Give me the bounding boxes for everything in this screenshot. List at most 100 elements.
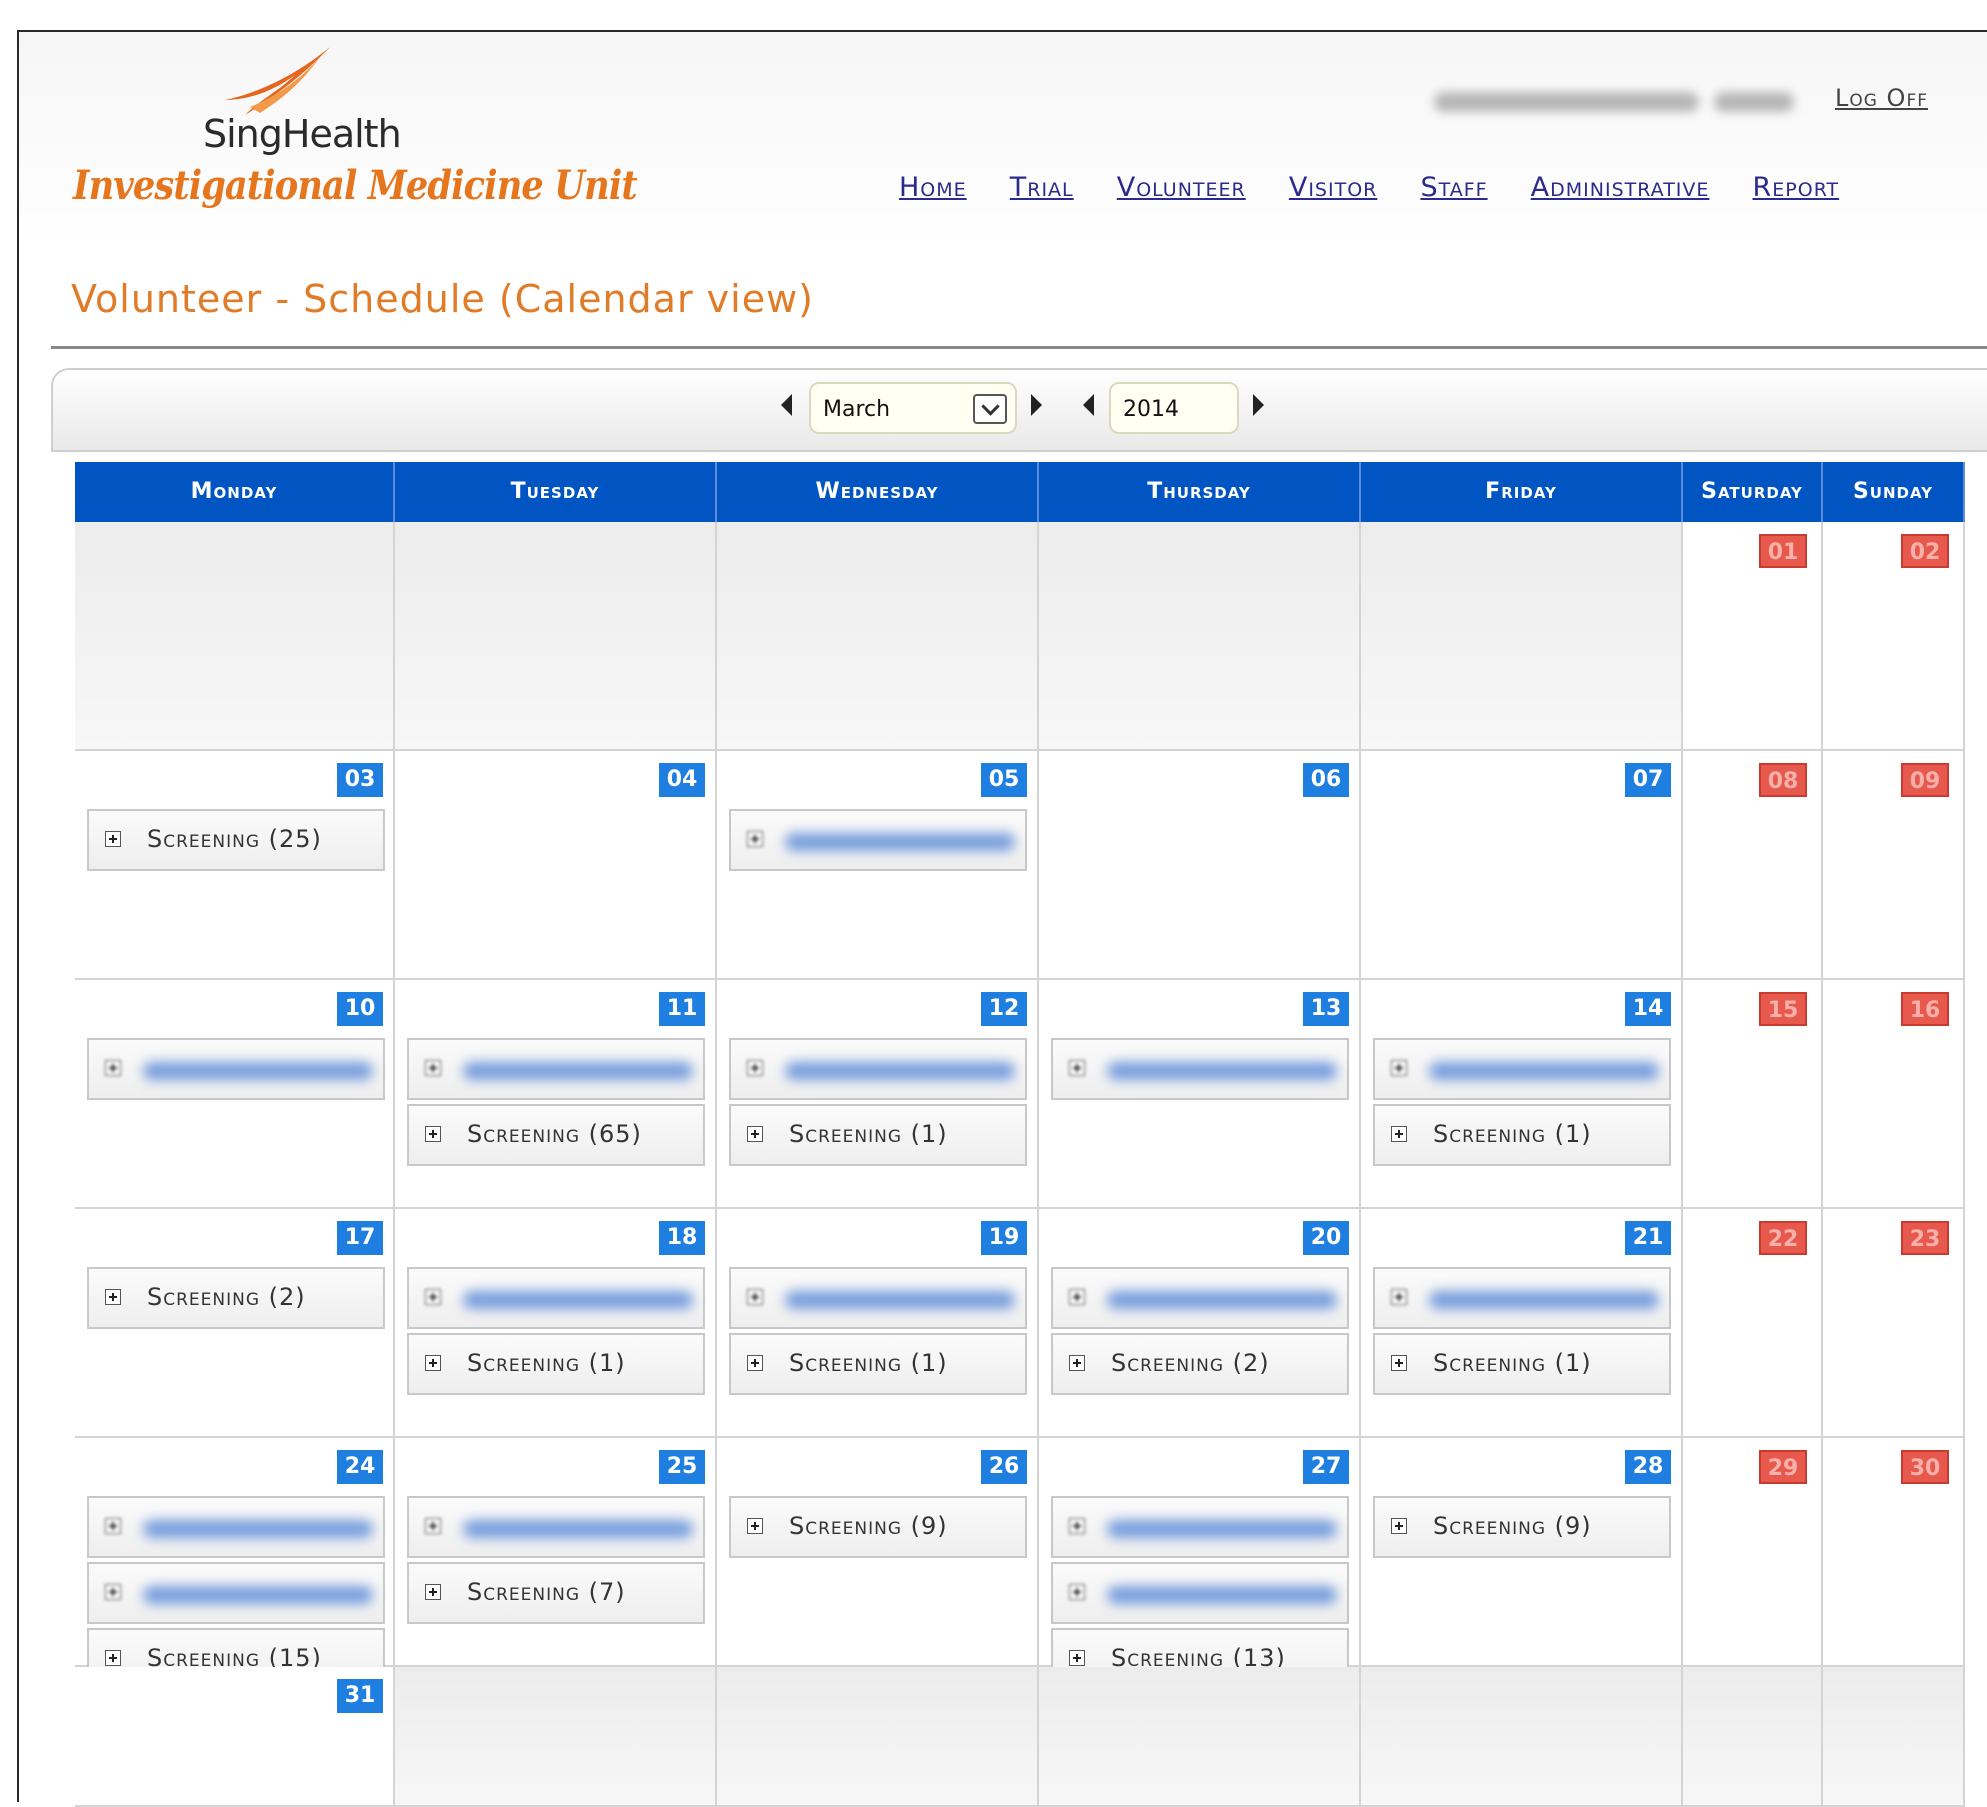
day-number[interactable]: 28: [1625, 1450, 1671, 1484]
screening-event[interactable]: Screening (2): [87, 1267, 385, 1329]
expand-plus-icon[interactable]: [105, 1289, 121, 1305]
redacted-event[interactable]: [87, 1496, 385, 1558]
day-number[interactable]: 16: [1901, 992, 1949, 1026]
expand-plus-icon[interactable]: [105, 1060, 121, 1076]
nav-visitor[interactable]: Visitor: [1289, 172, 1378, 203]
expand-plus-icon[interactable]: [1391, 1289, 1407, 1305]
month-select[interactable]: March: [809, 382, 1017, 434]
day-number[interactable]: 07: [1625, 763, 1671, 797]
redacted-event[interactable]: [407, 1038, 705, 1100]
expand-plus-icon[interactable]: [1069, 1355, 1085, 1371]
expand-plus-icon[interactable]: [105, 1584, 121, 1600]
redacted-event[interactable]: [407, 1267, 705, 1329]
redacted-event[interactable]: [729, 809, 1027, 871]
expand-plus-icon[interactable]: [1069, 1518, 1085, 1534]
day-number[interactable]: 14: [1625, 992, 1671, 1026]
day-number[interactable]: 18: [659, 1221, 705, 1255]
day-number[interactable]: 19: [981, 1221, 1027, 1255]
day-number[interactable]: 05: [981, 763, 1027, 797]
day-number[interactable]: 22: [1759, 1221, 1807, 1255]
screening-event[interactable]: Screening (25): [87, 809, 385, 871]
expand-plus-icon[interactable]: [747, 1126, 763, 1142]
expand-plus-icon[interactable]: [1069, 1584, 1085, 1600]
day-number[interactable]: 23: [1901, 1221, 1949, 1255]
day-number[interactable]: 13: [1303, 992, 1349, 1026]
redacted-event[interactable]: [1051, 1562, 1349, 1624]
expand-plus-icon[interactable]: [425, 1060, 441, 1076]
expand-plus-icon[interactable]: [1391, 1518, 1407, 1534]
nav-volunteer[interactable]: Volunteer: [1117, 172, 1246, 203]
expand-plus-icon[interactable]: [105, 831, 121, 847]
expand-plus-icon[interactable]: [1069, 1650, 1085, 1666]
expand-plus-icon[interactable]: [425, 1355, 441, 1371]
screening-event[interactable]: Screening (9): [1373, 1496, 1671, 1558]
year-input[interactable]: 2014: [1109, 382, 1239, 434]
nav-administrative[interactable]: Administrative: [1531, 172, 1710, 203]
screening-event[interactable]: Screening (65): [407, 1104, 705, 1166]
screening-event[interactable]: Screening (1): [1373, 1333, 1671, 1395]
day-number[interactable]: 29: [1759, 1450, 1807, 1484]
day-number[interactable]: 27: [1303, 1450, 1349, 1484]
day-number[interactable]: 25: [659, 1450, 705, 1484]
redacted-event[interactable]: [87, 1562, 385, 1624]
screening-event[interactable]: Screening (7): [407, 1562, 705, 1624]
day-number[interactable]: 15: [1759, 992, 1807, 1026]
day-number[interactable]: 03: [337, 763, 383, 797]
redacted-event[interactable]: [87, 1038, 385, 1100]
day-number[interactable]: 17: [337, 1221, 383, 1255]
redacted-event[interactable]: [1373, 1038, 1671, 1100]
expand-plus-icon[interactable]: [105, 1518, 121, 1534]
next-month-arrow-icon[interactable]: [1031, 394, 1042, 416]
expand-plus-icon[interactable]: [1069, 1060, 1085, 1076]
redacted-event[interactable]: [407, 1496, 705, 1558]
prev-year-arrow-icon[interactable]: [1083, 394, 1094, 416]
screening-event[interactable]: Screening (9): [729, 1496, 1027, 1558]
expand-plus-icon[interactable]: [747, 1355, 763, 1371]
nav-home[interactable]: Home: [899, 172, 967, 203]
expand-plus-icon[interactable]: [747, 1060, 763, 1076]
expand-plus-icon[interactable]: [1391, 1060, 1407, 1076]
redacted-event[interactable]: [729, 1267, 1027, 1329]
logoff-link[interactable]: Log Off: [1835, 84, 1928, 112]
expand-plus-icon[interactable]: [1391, 1126, 1407, 1142]
nav-staff[interactable]: Staff: [1420, 172, 1487, 203]
expand-plus-icon[interactable]: [1069, 1289, 1085, 1305]
nav-report[interactable]: Report: [1753, 172, 1840, 203]
redacted-event[interactable]: [1373, 1267, 1671, 1329]
redacted-event[interactable]: [1051, 1267, 1349, 1329]
day-number[interactable]: 31: [337, 1679, 383, 1713]
expand-plus-icon[interactable]: [425, 1126, 441, 1142]
day-number[interactable]: 04: [659, 763, 705, 797]
redacted-event[interactable]: [1051, 1038, 1349, 1100]
screening-event[interactable]: Screening (1): [729, 1104, 1027, 1166]
day-number[interactable]: 10: [337, 992, 383, 1026]
day-number[interactable]: 20: [1303, 1221, 1349, 1255]
expand-plus-icon[interactable]: [747, 1289, 763, 1305]
day-number[interactable]: 09: [1901, 763, 1949, 797]
day-number[interactable]: 21: [1625, 1221, 1671, 1255]
expand-plus-icon[interactable]: [425, 1518, 441, 1534]
redacted-event[interactable]: [1051, 1496, 1349, 1558]
chevron-down-icon[interactable]: [973, 394, 1007, 424]
next-year-arrow-icon[interactable]: [1253, 394, 1264, 416]
screening-event[interactable]: Screening (1): [407, 1333, 705, 1395]
day-number[interactable]: 12: [981, 992, 1027, 1026]
nav-trial[interactable]: Trial: [1010, 172, 1074, 203]
expand-plus-icon[interactable]: [425, 1584, 441, 1600]
prev-month-arrow-icon[interactable]: [781, 394, 792, 416]
expand-plus-icon[interactable]: [105, 1650, 121, 1666]
screening-event[interactable]: Screening (1): [1373, 1104, 1671, 1166]
day-number[interactable]: 11: [659, 992, 705, 1026]
screening-event[interactable]: Screening (1): [729, 1333, 1027, 1395]
expand-plus-icon[interactable]: [747, 831, 763, 847]
day-number[interactable]: 02: [1901, 534, 1949, 568]
expand-plus-icon[interactable]: [1391, 1355, 1407, 1371]
day-number[interactable]: 26: [981, 1450, 1027, 1484]
expand-plus-icon[interactable]: [425, 1289, 441, 1305]
day-number[interactable]: 08: [1759, 763, 1807, 797]
redacted-event[interactable]: [729, 1038, 1027, 1100]
day-number[interactable]: 06: [1303, 763, 1349, 797]
day-number[interactable]: 01: [1759, 534, 1807, 568]
day-number[interactable]: 24: [337, 1450, 383, 1484]
day-number[interactable]: 30: [1901, 1450, 1949, 1484]
